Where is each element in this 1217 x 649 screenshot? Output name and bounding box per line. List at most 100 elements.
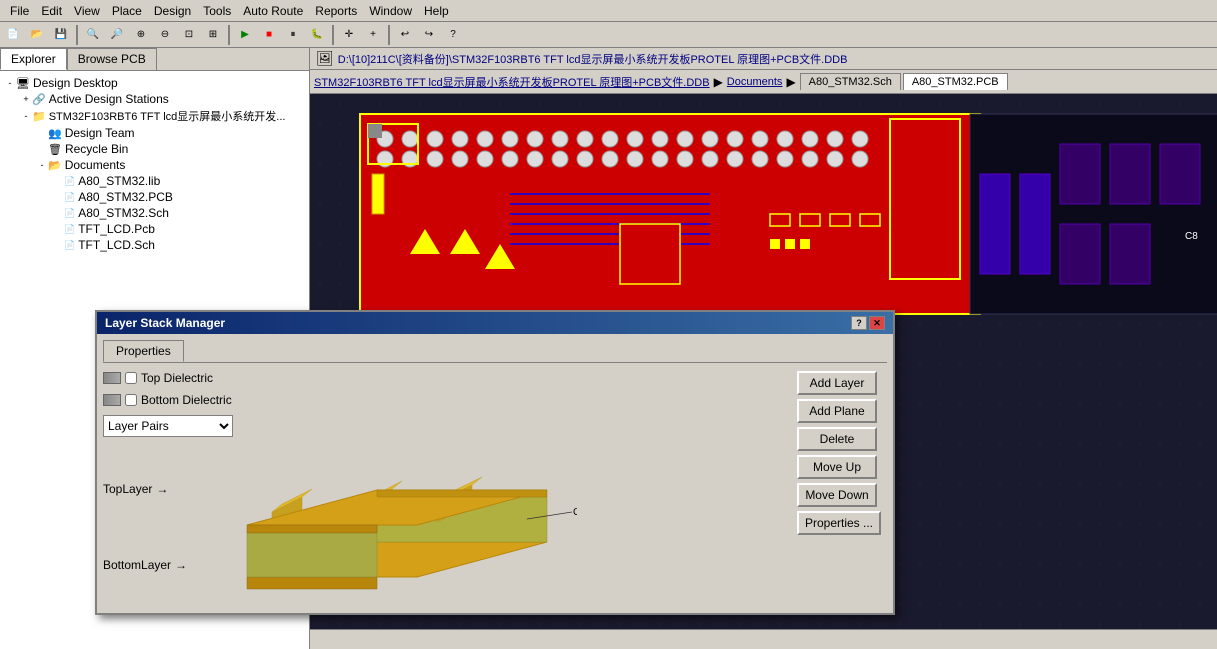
breadcrumb-sep1: ▶ (714, 75, 723, 89)
tab-explorer[interactable]: Explorer (0, 48, 67, 70)
menu-autoroute[interactable]: Auto Route (237, 2, 309, 20)
move-down-button[interactable]: Move Down (797, 483, 877, 507)
tab-pcb[interactable]: A80_STM32.PCB (903, 73, 1008, 90)
bottom-dielectric-checkbox[interactable] (125, 394, 137, 406)
svg-text:C8: C8 (1185, 231, 1198, 242)
layer-stack-dialog: Layer Stack Manager ? ✕ Properties Top D… (95, 310, 895, 615)
dialog-left-section: Top Dielectric Bottom Dielectric Layer P… (103, 371, 789, 607)
layer-3d-svg: Core (12.6m (197, 447, 577, 602)
expand-stm32[interactable]: - (20, 111, 32, 121)
breadcrumb-ddb[interactable]: STM32F103RBT6 TFT lcd显示屏最小系统开发板PROTEL 原理… (314, 74, 710, 90)
menu-design[interactable]: Design (148, 2, 197, 20)
expand-a80-pcb (52, 192, 64, 202)
toolbar-save[interactable]: 💾 (50, 24, 72, 46)
tab-sch[interactable]: A80_STM32.Sch (800, 73, 901, 90)
add-layer-button[interactable]: Add Layer (797, 371, 877, 395)
dialog-title-bar[interactable]: Layer Stack Manager ? ✕ (97, 312, 893, 334)
toolbar-search[interactable]: 🔍 (82, 24, 104, 46)
menu-help[interactable]: Help (418, 2, 455, 20)
tree-item-a80-lib[interactable]: 📄 A80_STM32.lib (4, 173, 305, 189)
toolbar-redo[interactable]: ↪ (418, 24, 440, 46)
icon-a80-pcb: 📄 (64, 192, 75, 203)
toolbar-plus[interactable]: + (362, 24, 384, 46)
breadcrumb-sep2: ▶ (786, 75, 795, 89)
delete-button[interactable]: Delete (797, 427, 877, 451)
expand-tft-sch (52, 240, 64, 250)
tree-item-documents[interactable]: - 📂 Documents (4, 157, 305, 173)
panel-tabs: Explorer Browse PCB (0, 48, 309, 71)
menu-window[interactable]: Window (363, 2, 418, 20)
tree-item-stm32[interactable]: - 📁 STM32F103RBT6 TFT lcd显示屏最小系统开发... (4, 107, 305, 125)
menu-file[interactable]: File (4, 2, 35, 20)
icon-documents: 📂 (48, 159, 62, 172)
toolbar-undo[interactable]: ↩ (394, 24, 416, 46)
toolbar-zoomfit[interactable]: ⊡ (178, 24, 200, 46)
dialog-body: Top Dielectric Bottom Dielectric Layer P… (103, 371, 887, 607)
tree-item-active-stations[interactable]: + 🔗 Active Design Stations (4, 91, 305, 107)
properties-button[interactable]: Properties ... (797, 511, 881, 535)
dialog-action-buttons: Add Layer Add Plane Delete Move Up Move … (797, 371, 887, 607)
top-dielectric-indicator (103, 372, 121, 384)
bottomlayer-label-row: BottomLayer → (103, 558, 187, 572)
breadcrumb-documents[interactable]: Documents (727, 76, 783, 88)
dialog-title-text: Layer Stack Manager (105, 316, 225, 330)
bottom-dielectric-label: Bottom Dielectric (141, 393, 232, 407)
tree-item-recycle[interactable]: 🗑 Recycle Bin (4, 141, 305, 157)
expand-active-stations[interactable]: + (20, 94, 32, 104)
toplayer-arrow: → (156, 482, 168, 496)
toolbar-zoom[interactable]: ⊕ (130, 24, 152, 46)
toolbar-run[interactable]: ▶ (234, 24, 256, 46)
icon-tft-pcb: 📄 (64, 224, 75, 235)
tree-item-design-team[interactable]: 👥 Design Team (4, 125, 305, 141)
toolbar-stop[interactable]: ■ (258, 24, 280, 46)
status-bar (310, 629, 1217, 649)
dialog-tabs: Properties (103, 340, 887, 363)
dialog-close-btn[interactable]: ✕ (869, 316, 885, 330)
expand-a80-lib (52, 176, 64, 186)
svg-text:Core (12.6m: Core (12.6m (573, 507, 577, 518)
icon-design-team: 👥 (48, 127, 62, 140)
tab-browse-pcb[interactable]: Browse PCB (67, 48, 157, 70)
move-up-button[interactable]: Move Up (797, 455, 877, 479)
layer-labels: TopLayer → BottomLayer → (103, 482, 187, 572)
tree-item-tft-sch[interactable]: 📄 TFT_LCD.Sch (4, 237, 305, 253)
top-dielectric-checkbox[interactable] (125, 372, 137, 384)
label-documents: Documents (65, 158, 126, 172)
tree-item-design-desktop[interactable]: - 🖥 Design Desktop (4, 75, 305, 91)
dialog-title-buttons: ? ✕ (851, 316, 885, 330)
toolbar-pause[interactable]: ⏸ (282, 24, 304, 46)
menu-reports[interactable]: Reports (309, 2, 363, 20)
tree-item-a80-sch[interactable]: 📄 A80_STM32.Sch (4, 205, 305, 221)
label-design-desktop: Design Desktop (33, 76, 118, 90)
pcb-path-text: D:\[10]211C\[资料备份]\STM32F103RBT6 TFT lcd… (338, 51, 848, 67)
menu-view[interactable]: View (68, 2, 106, 20)
toolbar-cross[interactable]: ✛ (338, 24, 360, 46)
toolbar-zoomout[interactable]: ⊖ (154, 24, 176, 46)
toolbar: 📄 📂 💾 🔍 🔎 ⊕ ⊖ ⊡ ⊞ ▶ ■ ⏸ 🐛 ✛ + ↩ ↪ ? (0, 22, 1217, 48)
add-plane-button[interactable]: Add Plane (797, 399, 877, 423)
menu-bar: File Edit View Place Design Tools Auto R… (0, 0, 1217, 22)
expand-design-desktop[interactable]: - (4, 78, 16, 88)
toolbar-search2[interactable]: 🔎 (106, 24, 128, 46)
menu-edit[interactable]: Edit (35, 2, 68, 20)
layer-dropdown-row: Layer Pairs All Layers (103, 415, 789, 437)
toolbar-open[interactable]: 📂 (26, 24, 48, 46)
icon-a80-lib: 📄 (64, 176, 75, 187)
toolbar-help2[interactable]: ? (442, 24, 464, 46)
toolbar-btn5[interactable]: ⊞ (202, 24, 224, 46)
expand-recycle (36, 144, 48, 154)
label-tft-pcb: TFT_LCD.Pcb (78, 222, 155, 236)
toplayer-name: TopLayer (103, 482, 152, 496)
menu-place[interactable]: Place (106, 2, 148, 20)
toolbar-new[interactable]: 📄 (2, 24, 24, 46)
dialog-tab-properties[interactable]: Properties (103, 340, 184, 362)
menu-tools[interactable]: Tools (197, 2, 237, 20)
dialog-help-btn[interactable]: ? (851, 316, 867, 330)
layer-pairs-select[interactable]: Layer Pairs All Layers (103, 415, 233, 437)
label-active-stations: Active Design Stations (49, 92, 169, 106)
tree-item-a80-pcb[interactable]: 📄 A80_STM32.PCB (4, 189, 305, 205)
tree-item-tft-pcb[interactable]: 📄 TFT_LCD.Pcb (4, 221, 305, 237)
layer-visual-area: TopLayer → BottomLayer → (103, 447, 789, 607)
toolbar-debug[interactable]: 🐛 (306, 24, 328, 46)
expand-documents[interactable]: - (36, 160, 48, 170)
